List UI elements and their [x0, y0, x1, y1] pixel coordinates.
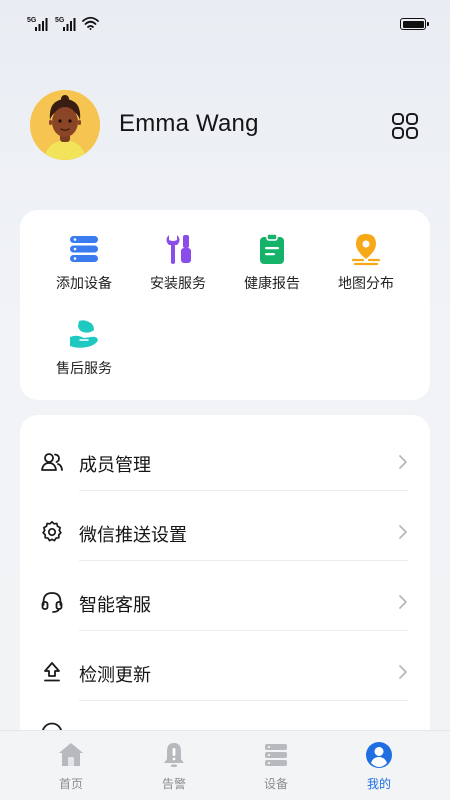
hand-care-icon	[70, 320, 98, 348]
menu-label: 成员管理	[79, 455, 151, 476]
clipboard-icon	[260, 233, 284, 264]
service-label: 添加设备	[56, 276, 112, 292]
tools-icon	[166, 235, 191, 264]
chevron-right-icon	[399, 595, 407, 609]
tab-mine[interactable]: 我的	[329, 731, 429, 800]
tab-home[interactable]: 首页	[21, 731, 121, 800]
service-add-device[interactable]: 添加设备	[37, 232, 131, 293]
chevron-right-icon	[399, 455, 407, 469]
members-icon	[41, 453, 63, 471]
headset-icon	[41, 592, 63, 613]
upload-arrow-icon	[44, 662, 60, 682]
gear-icon	[42, 520, 62, 542]
menu-item-smart-support[interactable]: 智能客服	[20, 561, 430, 631]
bottom-tab-bar: 首页 告警 设备 我的	[0, 730, 450, 800]
avatar[interactable]	[30, 90, 100, 160]
device-icon	[265, 744, 287, 766]
profile-name: Emma Wang	[119, 110, 259, 137]
menu-item-members[interactable]: 成员管理	[20, 421, 430, 491]
service-health-report[interactable]: 健康报告	[225, 232, 319, 293]
avatar-illustration-icon	[30, 90, 100, 160]
tab-label: 设备	[263, 777, 288, 791]
divider	[79, 700, 408, 701]
tab-label: 告警	[161, 777, 186, 791]
menu-label: 检测更新	[79, 665, 151, 686]
wifi-icon	[82, 16, 99, 30]
home-icon	[59, 743, 83, 766]
user-icon	[366, 742, 392, 768]
tab-label: 首页	[58, 777, 83, 791]
menu-item-wechat-push[interactable]: 微信推送设置	[20, 491, 430, 561]
service-install[interactable]: 安装服务	[131, 232, 225, 293]
status-bar: 5G 5G	[0, 0, 450, 48]
map-pin-icon	[351, 234, 381, 266]
chevron-right-icon	[399, 665, 407, 679]
service-after-sales[interactable]: 售后服务	[37, 317, 131, 378]
server-stack-icon	[70, 236, 98, 262]
service-label: 售后服务	[56, 361, 112, 377]
menu-label: 智能客服	[79, 595, 151, 616]
tab-devices[interactable]: 设备	[226, 731, 326, 800]
bell-icon	[164, 743, 184, 767]
service-label: 地图分布	[338, 276, 394, 292]
tab-alerts[interactable]: 告警	[124, 731, 224, 800]
service-label: 健康报告	[244, 276, 300, 292]
service-label: 安装服务	[150, 276, 206, 292]
menu-item-check-update[interactable]: 检测更新	[20, 631, 430, 701]
grid-apps-icon[interactable]	[391, 112, 419, 140]
tab-label: 我的	[366, 777, 391, 791]
chevron-right-icon	[399, 525, 407, 539]
services-card: 添加设备 安装服务 健康报告 地图分布 售后服务	[20, 210, 430, 400]
service-map-distribution[interactable]: 地图分布	[319, 232, 413, 293]
menu-label: 微信推送设置	[79, 525, 187, 546]
battery-icon	[400, 18, 429, 30]
